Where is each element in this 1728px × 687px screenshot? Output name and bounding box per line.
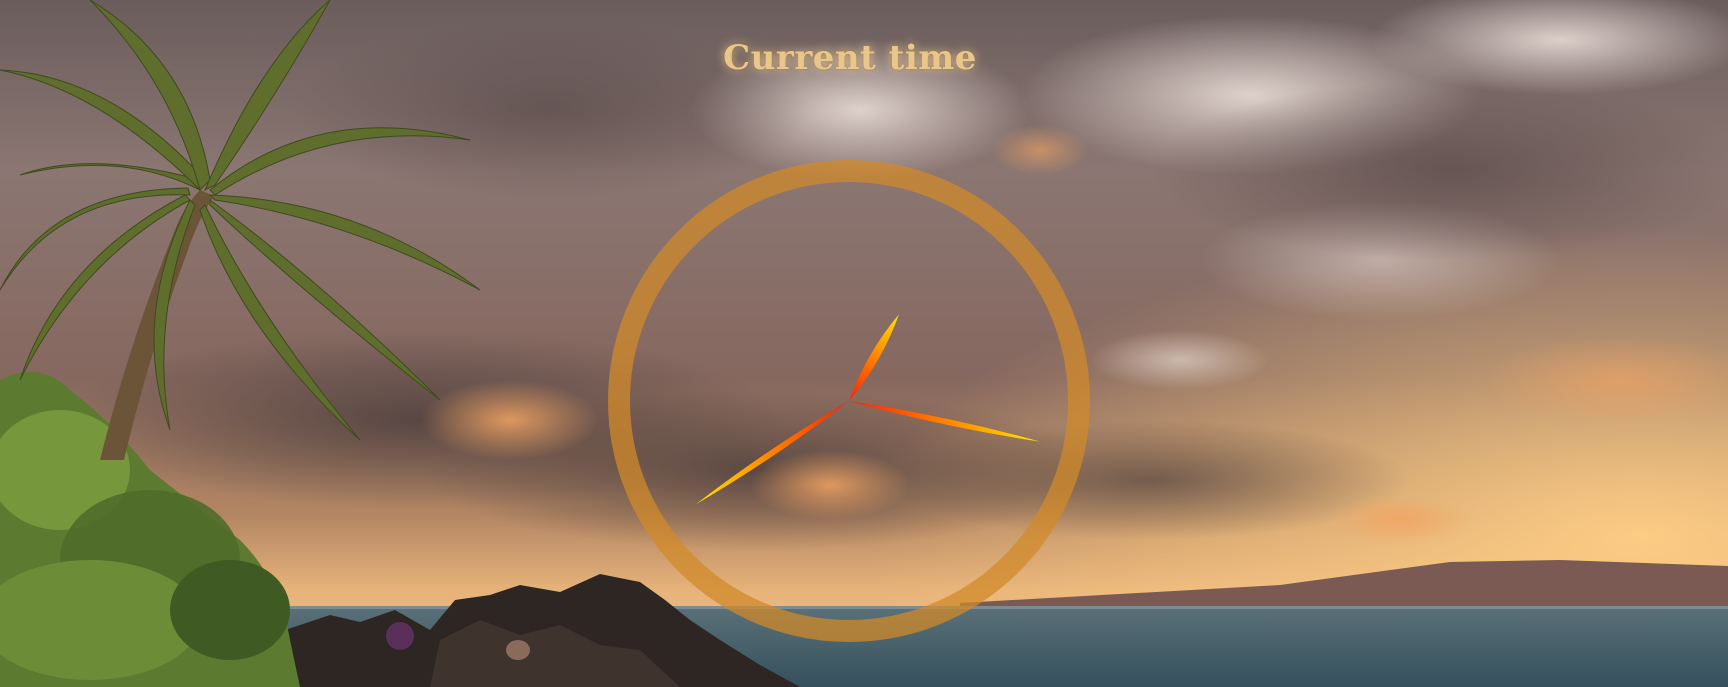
- clock-face: [608, 160, 1090, 642]
- clock-hands: [695, 314, 1040, 505]
- hour-hand: [849, 314, 899, 401]
- second-hand: [695, 401, 849, 505]
- analog-clock: [605, 157, 1093, 645]
- page-title: Current time: [723, 38, 977, 78]
- minute-hand: [849, 401, 1040, 442]
